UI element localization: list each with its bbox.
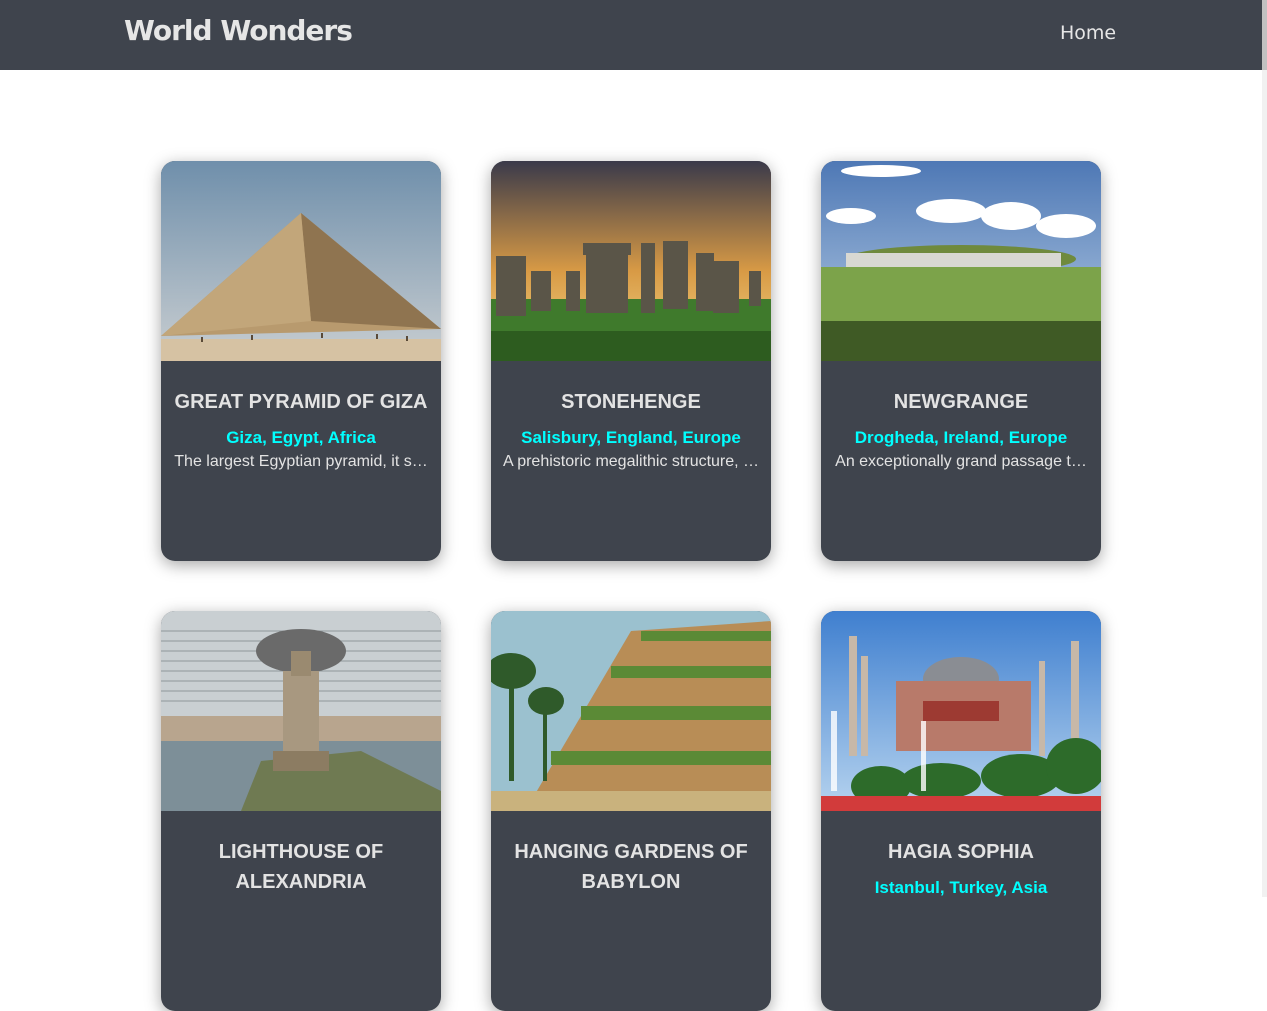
wonder-card-hanging-gardens[interactable]: HANGING GARDENS OF BABYLON [491,611,771,1011]
wonder-card-newgrange[interactable]: NEWGRANGE Drogheda, Ireland, Europe An e… [821,161,1101,561]
scrollbar[interactable] [1262,0,1267,897]
nav-home-link[interactable]: Home [1060,22,1116,44]
card-title: NEWGRANGE [893,391,1029,413]
card-title: LIGHTHOUSE OF ALEXANDRIA [218,841,384,893]
wonder-card-hagia-sophia[interactable]: HAGIA SOPHIA Istanbul, Turkey, Asia [821,611,1101,1011]
card-location: Drogheda, Ireland, Europe [854,428,1068,447]
card-title: HANGING GARDENS OF BABYLON [514,841,748,893]
navbar: World Wonders Home [0,0,1262,70]
hanging-gardens-image [491,611,771,811]
hagia-sophia-image [821,611,1101,811]
card-title: GREAT PYRAMID OF GIZA [174,391,428,413]
card-description: A prehistoric megalithic structure, … [502,453,760,470]
scrollbar-thumb[interactable] [1262,0,1267,70]
wonder-card-lighthouse[interactable]: LIGHTHOUSE OF ALEXANDRIA [161,611,441,1011]
stonehenge-image [491,161,771,361]
lighthouse-image [161,611,441,811]
card-description: The largest Egyptian pyramid, it s… [174,453,428,470]
card-location: Istanbul, Turkey, Asia [874,878,1048,897]
wonder-card-pyramid[interactable]: GREAT PYRAMID OF GIZA Giza, Egypt, Afric… [161,161,441,561]
card-location: Salisbury, England, Europe [521,428,741,447]
pyramid-image [161,161,441,361]
card-title: STONEHENGE [561,391,701,413]
newgrange-image [821,161,1101,361]
card-location: Giza, Egypt, Africa [226,428,376,447]
brand-logo[interactable]: World Wonders [124,14,353,47]
wonder-card-stonehenge[interactable]: STONEHENGE Salisbury, England, Europe A … [491,161,771,561]
card-title: HAGIA SOPHIA [888,841,1034,863]
card-description: An exceptionally grand passage t… [835,453,1087,470]
